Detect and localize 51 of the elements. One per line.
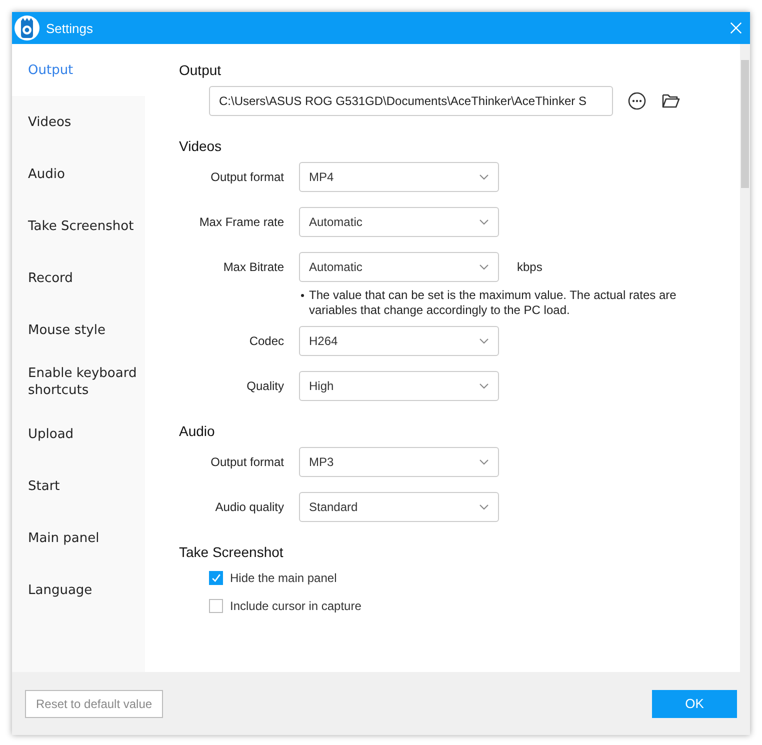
bullet-icon <box>301 294 304 297</box>
sidebar-item[interactable]: Record <box>12 252 145 304</box>
section-title: Output <box>179 62 222 78</box>
dropdown[interactable]: Automatic <box>299 252 499 282</box>
field-label: Max Bitrate <box>222 260 284 274</box>
caret-icon <box>479 174 489 180</box>
note-text: The value that can be set is the maximum value. The actual rates are variables that change accordingly to the PC load. <box>309 288 678 318</box>
caret-icon <box>479 219 489 225</box>
window-title: Settings <box>46 20 94 36</box>
scrollbar-thumb[interactable] <box>741 60 749 188</box>
path-field[interactable]: C:\Users\ASUS ROG G531GD\Documents\AceThinker\AceThinker S <box>209 86 613 116</box>
sidebar-item[interactable]: Enable keyboard shortcuts <box>12 356 145 408</box>
sidebar-item[interactable]: Start <box>12 460 145 512</box>
reset-button[interactable]: Reset to default value <box>25 690 164 718</box>
caret-icon <box>479 383 489 389</box>
more-options-icon[interactable] <box>627 91 647 111</box>
camera-logo-icon <box>14 15 40 41</box>
field-label: Output format <box>210 170 284 184</box>
sidebar-item[interactable]: Output <box>12 44 145 96</box>
dropdown[interactable]: High <box>299 371 499 401</box>
field-label: Output format <box>210 455 284 469</box>
dropdown[interactable]: Standard <box>299 492 499 522</box>
sidebar-item[interactable]: Main panel <box>12 512 145 564</box>
checkbox-label: Include cursor in capture <box>230 599 362 613</box>
dropdown[interactable]: MP4 <box>299 162 499 192</box>
close-icon[interactable] <box>730 22 742 34</box>
sidebar-item[interactable]: Upload <box>12 408 145 460</box>
sidebar-item[interactable]: Take Screenshot <box>12 200 145 252</box>
sidebar-item[interactable]: Language <box>12 564 145 616</box>
field-label: Audio quality <box>214 500 284 514</box>
scrollbar[interactable] <box>740 44 750 672</box>
section-title: Videos <box>179 138 223 154</box>
sidebar-item[interactable]: Mouse style <box>12 304 145 356</box>
checkbox[interactable] <box>209 599 223 613</box>
sidebar-item[interactable]: Videos <box>12 96 145 148</box>
field-label: Max Frame rate <box>198 215 284 229</box>
section-title: Take Screenshot <box>179 544 284 560</box>
section-title: Audio <box>179 423 216 439</box>
checkbox[interactable] <box>209 571 223 585</box>
caret-icon <box>479 338 489 344</box>
dropdown[interactable]: Automatic <box>299 207 499 237</box>
checkbox-label: Hide the main panel <box>230 571 337 585</box>
unit-label: kbps <box>517 260 542 274</box>
caret-icon <box>479 459 489 465</box>
caret-icon <box>479 504 489 510</box>
sidebar-item[interactable]: Audio <box>12 148 145 200</box>
dropdown[interactable]: MP3 <box>299 447 499 477</box>
field-label: Codec <box>248 334 284 348</box>
field-label: Quality <box>246 379 284 393</box>
caret-icon <box>479 264 489 270</box>
dropdown[interactable]: H264 <box>299 326 499 356</box>
